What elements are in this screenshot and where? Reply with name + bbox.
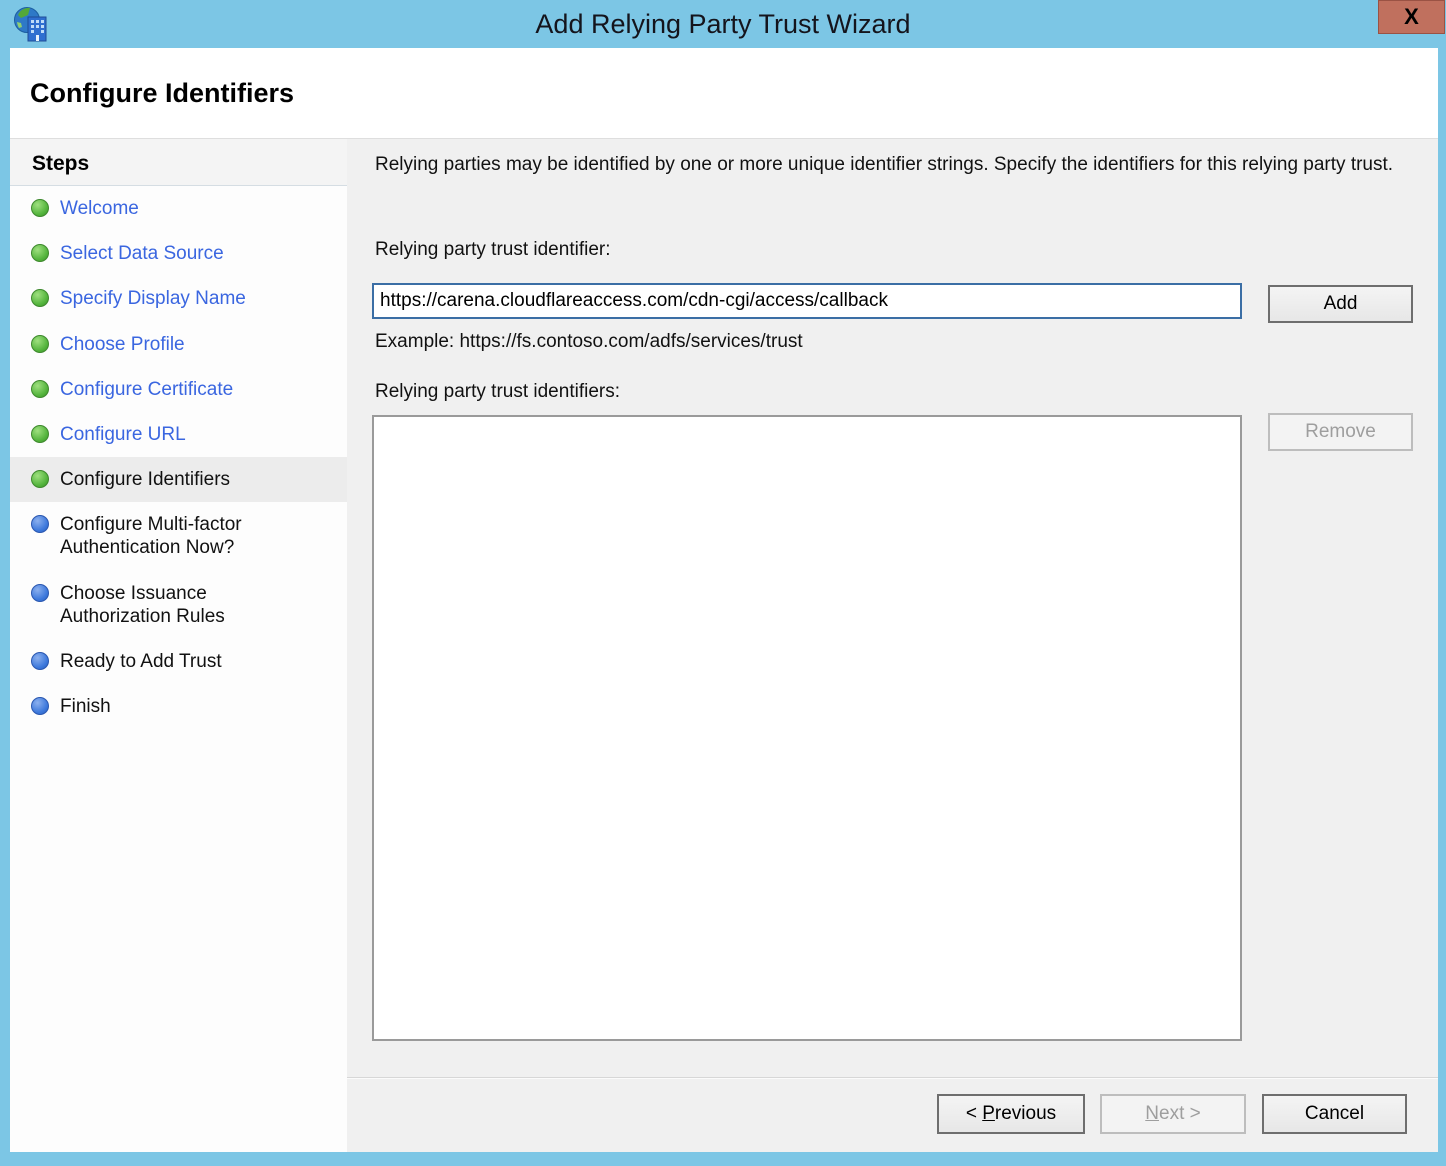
window-title: Add Relying Party Trust Wizard — [0, 0, 1446, 48]
page-title: Configure Identifiers — [10, 48, 1438, 109]
step-bullet-blue-icon — [31, 652, 49, 670]
close-button[interactable]: X — [1378, 0, 1445, 34]
step-item-configure-identifiers[interactable]: Configure Identifiers — [10, 457, 347, 502]
steps-list: Welcome Select Data Source Specify Display… — [10, 186, 347, 729]
step-label: Specify Display Name — [60, 288, 246, 309]
step-item-ready-to-add-trust: Ready to Add Trust — [10, 639, 347, 684]
identifier-input[interactable] — [372, 283, 1242, 319]
intro-text: Relying parties may be identified by one… — [375, 151, 1397, 179]
step-label: Choose Issuance Authorization Rules — [60, 583, 225, 627]
content-panel: Relying parties may be identified by one… — [347, 139, 1438, 1152]
step-bullet-blue-icon — [31, 584, 49, 602]
example-text: Example: https://fs.contoso.com/adfs/ser… — [375, 331, 803, 353]
step-label: Ready to Add Trust — [60, 651, 222, 672]
step-bullet-green-icon — [31, 470, 49, 488]
step-bullet-green-icon — [31, 244, 49, 262]
next-button[interactable]: Next > — [1100, 1094, 1246, 1134]
step-item-configure-certificate[interactable]: Configure Certificate — [10, 367, 347, 412]
step-label: Configure Identifiers — [60, 469, 230, 490]
cancel-button[interactable]: Cancel — [1262, 1094, 1407, 1134]
step-bullet-green-icon — [31, 425, 49, 443]
step-label: Configure Multi-factor Authentication No… — [60, 514, 242, 558]
steps-sidebar: Steps Welcome Select Data Source Specify D… — [10, 139, 347, 1152]
footer-separator — [347, 1077, 1438, 1079]
step-bullet-green-icon — [31, 199, 49, 217]
page-header: Configure Identifiers — [10, 48, 1438, 139]
add-button[interactable]: Add — [1268, 285, 1413, 323]
step-label: Welcome — [60, 198, 139, 219]
identifier-label: Relying party trust identifier: — [375, 239, 611, 261]
step-bullet-green-icon — [31, 289, 49, 307]
title-bar: Add Relying Party Trust Wizard X — [0, 0, 1446, 48]
identifiers-list-label: Relying party trust identifiers: — [375, 381, 620, 403]
step-label: Choose Profile — [60, 334, 185, 355]
step-item-choose-profile[interactable]: Choose Profile — [10, 322, 347, 367]
step-label: Configure Certificate — [60, 379, 233, 400]
steps-heading: Steps — [10, 139, 347, 186]
step-label: Configure URL — [60, 424, 186, 445]
remove-button[interactable]: Remove — [1268, 413, 1413, 451]
step-item-select-data-source[interactable]: Select Data Source — [10, 231, 347, 276]
step-bullet-green-icon — [31, 380, 49, 398]
step-bullet-blue-icon — [31, 697, 49, 715]
step-bullet-green-icon — [31, 335, 49, 353]
step-item-choose-issuance-authorization-rules: Choose Issuance Authorization Rules — [10, 571, 347, 639]
step-item-welcome[interactable]: Welcome — [10, 186, 347, 231]
step-item-configure-multi-factor-authentication-now: Configure Multi-factor Authentication No… — [10, 502, 347, 570]
wizard-window: Configure Identifiers Steps Welcome Selec… — [10, 48, 1438, 1152]
step-bullet-blue-icon — [31, 515, 49, 533]
step-item-specify-display-name[interactable]: Specify Display Name — [10, 276, 347, 321]
step-label: Finish — [60, 696, 111, 717]
step-label: Select Data Source — [60, 243, 224, 264]
step-item-configure-url[interactable]: Configure URL — [10, 412, 347, 457]
step-item-finish: Finish — [10, 684, 347, 729]
identifiers-listbox[interactable] — [372, 415, 1242, 1041]
previous-button[interactable]: < Previous — [937, 1094, 1085, 1134]
